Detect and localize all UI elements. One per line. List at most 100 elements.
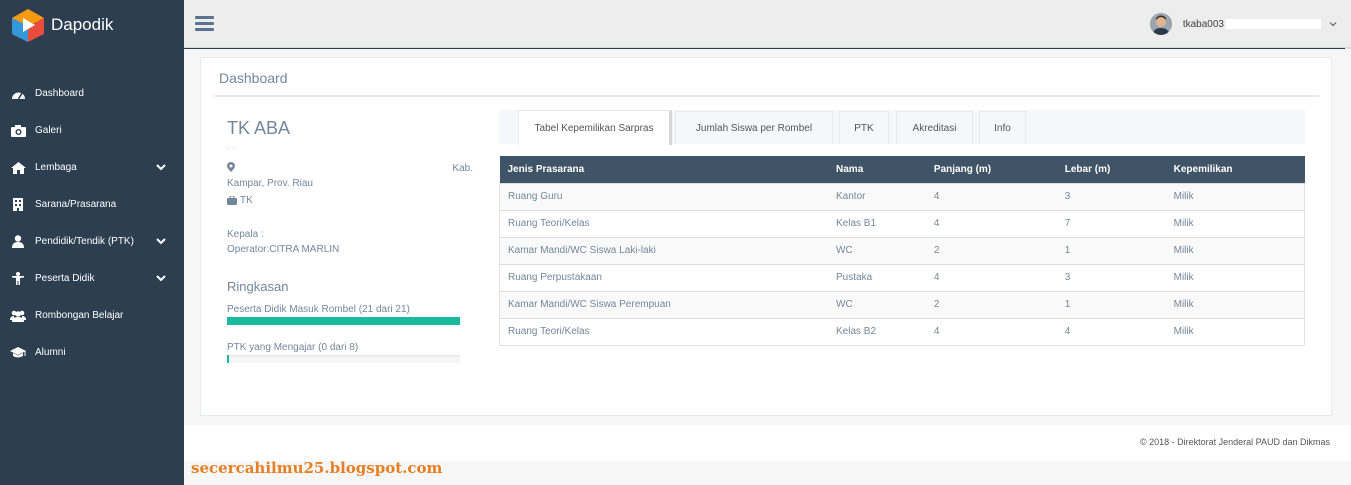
table-cell: Milik <box>1165 263 1305 291</box>
sidebar-item-alumni[interactable]: Alumni <box>0 334 184 371</box>
divider <box>214 95 1319 97</box>
table-cell: 4 <box>925 182 1057 210</box>
sidebar-item-label: Peserta Didik <box>35 273 95 284</box>
table-row: Ruang Perpustakaan Pustaka 4 3 Milik <box>499 263 1305 291</box>
sidebar-item-label: Rombongan Belajar <box>35 310 124 321</box>
tab-info[interactable]: Info <box>979 111 1026 144</box>
table-cell: Milik <box>1165 209 1305 237</box>
operator: Operator:CITRA MARLIN <box>227 244 340 255</box>
table-cell: 3 <box>1056 182 1166 210</box>
users-icon <box>10 309 26 323</box>
sidebar-item-dashboard[interactable]: Dashboard <box>0 75 184 112</box>
table-cell: Kelas B1 <box>828 209 926 237</box>
kepala-sekolah: Kepala : <box>227 229 264 240</box>
column-header[interactable]: Lebar (m) <box>1056 156 1166 183</box>
progress-bar <box>227 317 460 325</box>
graduation-cap-icon <box>10 346 26 360</box>
address-kab: Kab. <box>452 163 473 174</box>
column-header[interactable]: Jenis Prasarana <box>499 156 829 183</box>
tab-jumlah-siswa[interactable]: Jumlah Siswa per Rombel <box>675 111 833 144</box>
camera-icon <box>10 124 26 138</box>
chevron-down-icon <box>156 275 166 282</box>
sidebar-item-label: Pendidik/Tendik (PTK) <box>35 236 134 247</box>
table-cell: Kelas B2 <box>828 317 926 345</box>
sidebar: Dapodik Dashboard Galeri Lembaga Sarana/… <box>0 0 184 485</box>
briefcase-icon <box>227 196 237 205</box>
table-cell: Milik <box>1165 290 1305 318</box>
table-row: Ruang Guru Kantor 4 3 Milik <box>499 182 1305 210</box>
table-header-row: Jenis Prasarana Nama Panjang (m) Lebar (… <box>499 156 1305 183</box>
table-cell: 3 <box>1056 263 1166 291</box>
sidebar-item-sarpras[interactable]: Sarana/Prasarana <box>0 186 184 223</box>
footer-text: © 2018 - Direktorat Jenderal PAUD dan Di… <box>1139 437 1330 447</box>
table-row: Ruang Teori/Kelas Kelas B1 4 7 Milik <box>499 209 1305 237</box>
progress-label: PTK yang Mengajar (0 dari 8) <box>227 342 359 353</box>
table-cell: 7 <box>1056 209 1166 237</box>
school-npsn: . . <box>227 144 236 151</box>
tab-ptk[interactable]: PTK <box>839 111 889 144</box>
sidebar-item-ptk[interactable]: Pendidik/Tendik (PTK) <box>0 223 184 260</box>
home-icon <box>10 161 26 175</box>
table-cell: Kamar Mandi/WC Siswa Laki-laki <box>499 236 829 264</box>
brand[interactable]: Dapodik <box>0 0 184 50</box>
tab-akreditasi[interactable]: Akreditasi <box>896 111 973 144</box>
table-cell: 4 <box>925 263 1057 291</box>
table-cell: 4 <box>1056 317 1166 345</box>
table-cell: 1 <box>1056 236 1166 264</box>
chevron-down-icon <box>156 164 166 171</box>
table-cell: Ruang Teori/Kelas <box>499 317 829 345</box>
table-cell: Milik <box>1165 236 1305 264</box>
sidebar-item-galeri[interactable]: Galeri <box>0 112 184 149</box>
school-name: TK ABA <box>227 118 291 138</box>
sidebar-menu: Dashboard Galeri Lembaga Sarana/Prasaran… <box>0 75 184 371</box>
table-cell: Ruang Guru <box>499 182 829 210</box>
sidebar-item-label: Sarana/Prasarana <box>35 199 117 210</box>
school-level-text: TK <box>240 195 253 206</box>
column-header[interactable]: Kepemilikan <box>1165 156 1305 183</box>
table-cell: 1 <box>1056 290 1166 318</box>
table-cell: 2 <box>925 236 1057 264</box>
sidebar-item-rombongan-belajar[interactable]: Rombongan Belajar <box>0 297 184 334</box>
page-title: Dashboard <box>219 70 288 86</box>
table-row: Kamar Mandi/WC Siswa Laki-laki WC 2 1 Mi… <box>499 236 1305 264</box>
sidebar-item-label: Dashboard <box>35 88 84 99</box>
table-cell: Milik <box>1165 317 1305 345</box>
dapodik-logo-icon <box>12 9 44 42</box>
username: tkaba003 <box>1182 18 1224 30</box>
user-menu[interactable]: tkaba003 <box>1149 13 1337 35</box>
table-cell: Pustaka <box>828 263 926 291</box>
sidebar-item-peserta-didik[interactable]: Peserta Didik <box>0 260 184 297</box>
table-cell: Ruang Teori/Kelas <box>499 209 829 237</box>
table-cell: WC <box>828 290 926 318</box>
table-cell: 4 <box>925 317 1057 345</box>
user-icon <box>10 235 26 249</box>
building-icon <box>10 198 26 212</box>
table-cell: Kamar Mandi/WC Siswa Perempuan <box>499 290 829 318</box>
watermark: secercahilmu25.blogspot.com <box>191 459 443 477</box>
chevron-down-icon <box>1329 22 1337 27</box>
sarpras-table: Jenis Prasarana Nama Panjang (m) Lebar (… <box>499 156 1305 346</box>
sidebar-item-label: Alumni <box>35 347 66 358</box>
child-icon <box>10 272 26 286</box>
school-address: Kab. Kampar, Prov. Riau <box>227 162 473 190</box>
sidebar-item-lembaga[interactable]: Lembaga <box>0 149 184 186</box>
sidebar-item-label: Lembaga <box>35 162 77 173</box>
column-header[interactable]: Panjang (m) <box>925 156 1057 183</box>
progress-fill <box>227 317 460 325</box>
table-cell: Milik <box>1165 182 1305 210</box>
avatar <box>1149 13 1172 35</box>
menu-toggle-icon[interactable] <box>195 16 214 31</box>
column-header[interactable]: Nama <box>828 156 926 183</box>
sidebar-item-label: Galeri <box>35 125 62 136</box>
top-navbar: tkaba003 <box>184 0 1351 48</box>
footer: © 2018 - Direktorat Jenderal PAUD dan Di… <box>184 425 1351 461</box>
table-cell: Ruang Perpustakaan <box>499 263 829 291</box>
dashboard-icon <box>10 87 26 101</box>
brand-name: Dapodik <box>51 15 114 34</box>
table-cell: Kantor <box>828 182 926 210</box>
tab-kepemilikan-sarpras[interactable]: Tabel Kepemilikan Sarpras <box>518 110 672 145</box>
table-cell: WC <box>828 236 926 264</box>
progress-bar <box>227 355 460 363</box>
map-marker-icon <box>227 162 235 172</box>
progress-fill <box>227 355 230 363</box>
